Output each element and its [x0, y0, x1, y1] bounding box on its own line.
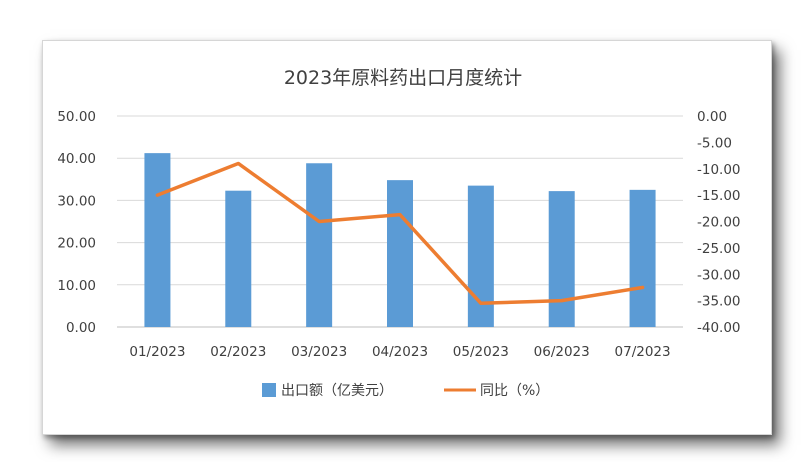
legend-label-line: 同比（%） [480, 383, 549, 399]
bar [225, 190, 252, 327]
bar-series [144, 153, 656, 327]
right-axis-ticks: -40.00 -35.00 -30.00 -25.00 -20.00 -15.00 -10.… [697, 109, 741, 336]
right-tick-label: -30.00 [697, 267, 741, 283]
bar [548, 191, 575, 327]
x-tick-label: 06/2023 [534, 344, 590, 360]
right-tick-label: 0.00 [697, 109, 727, 125]
chart-title: 2023年原料药出口月度统计 [284, 67, 522, 89]
legend-swatch-bar [262, 383, 276, 397]
x-tick-label: 05/2023 [453, 344, 509, 360]
bar [629, 189, 656, 327]
left-axis-ticks: 0.00 10.00 20.00 30.00 40.00 50.00 [57, 109, 96, 336]
bar [467, 185, 494, 327]
x-tick-label: 03/2023 [291, 344, 347, 360]
right-tick-label: -20.00 [697, 215, 741, 231]
left-tick-label: 10.00 [57, 278, 96, 294]
x-tick-label: 01/2023 [129, 344, 185, 360]
legend-label-bar: 出口额（亿美元） [281, 383, 393, 399]
chart: 2023年原料药出口月度统计 0.00 10.00 20.00 30.00 40.00 5… [57, 67, 741, 399]
left-tick-label: 50.00 [57, 109, 96, 125]
right-tick-label: -10.00 [697, 162, 741, 178]
right-tick-label: -40.00 [697, 320, 741, 336]
stage: 2023年原料药出口月度统计 0.00 10.00 20.00 30.00 40.00 5… [0, 0, 806, 462]
left-tick-label: 30.00 [57, 193, 96, 209]
right-tick-label: -5.00 [697, 135, 732, 151]
x-tick-label: 02/2023 [210, 344, 266, 360]
left-tick-label: 40.00 [57, 151, 96, 167]
right-tick-label: -35.00 [697, 294, 741, 310]
right-tick-label: -15.00 [697, 188, 741, 204]
bar [387, 180, 413, 327]
legend: 出口额（亿美元） 同比（%） [262, 383, 549, 399]
bar [306, 163, 333, 327]
x-tick-label: 07/2023 [615, 344, 671, 360]
bar [144, 153, 171, 327]
right-tick-label: -25.00 [697, 241, 741, 257]
x-tick-label: 04/2023 [372, 344, 428, 360]
left-tick-label: 20.00 [57, 236, 96, 252]
x-axis-ticks: 01/2023 02/2023 03/2023 04/2023 05/2023 06/20… [129, 344, 670, 360]
left-tick-label: 0.00 [66, 320, 96, 336]
